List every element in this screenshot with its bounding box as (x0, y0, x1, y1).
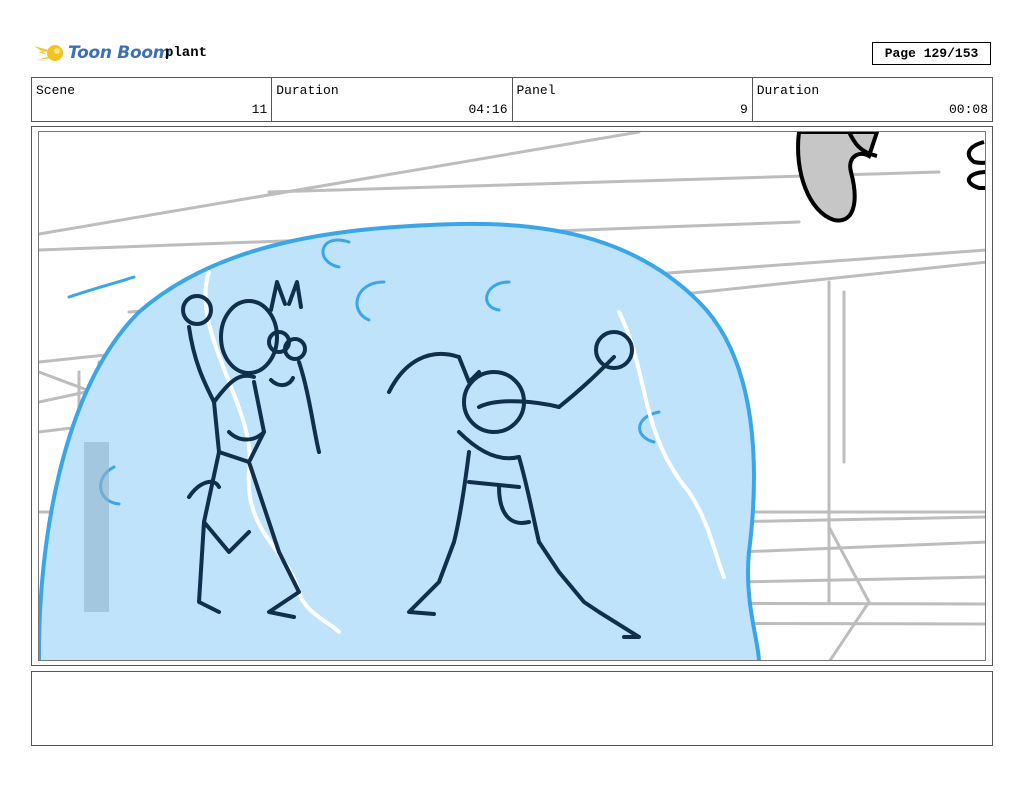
scene-label: Scene (36, 83, 76, 98)
panel-cell: Panel 9 (513, 78, 753, 121)
panel-value: 9 (739, 102, 748, 117)
brand-name: Toon Boom (68, 43, 171, 63)
project-name: plant (165, 45, 208, 61)
panel-label: Panel (516, 83, 556, 98)
scene-duration-cell: Duration 04:16 (272, 78, 513, 121)
toon-boom-logo: Toon Boom (32, 38, 170, 68)
scene-cell: Scene 11 (32, 78, 273, 121)
panel-duration-label: Duration (756, 83, 820, 98)
scene-duration-value: 04:16 (468, 102, 508, 117)
storyboard-panel-frame (31, 126, 993, 666)
toon-boom-comet-icon (34, 45, 63, 61)
info-row: Scene 11 Duration 04:16 Panel 9 Duration… (31, 77, 993, 122)
scene-duration-label: Duration (276, 83, 339, 98)
panel-duration-value: 00:08 (948, 102, 988, 117)
storyboard-panel-image (38, 131, 986, 661)
panel-notes-box (31, 671, 993, 746)
left-wall-shadow (84, 442, 109, 612)
scene-value: 11 (251, 102, 268, 117)
panel-duration-cell: Duration 00:08 (753, 78, 992, 121)
panel-sketch (39, 132, 985, 660)
page-indicator: Page 129/153 (872, 42, 991, 65)
background-creature (796, 132, 985, 223)
